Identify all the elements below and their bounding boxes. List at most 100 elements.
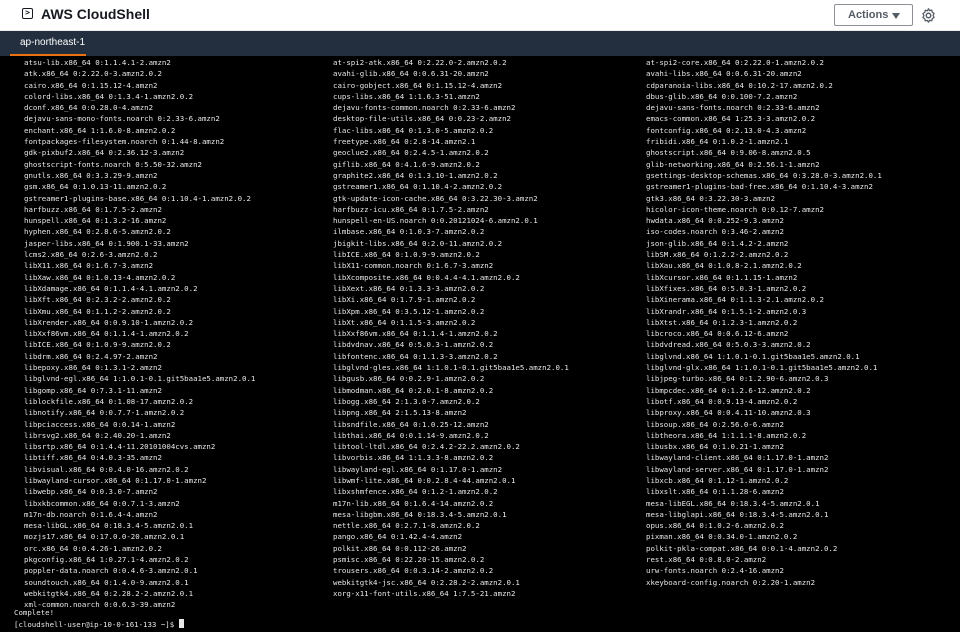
- terminal-output-line: polkit-pkla-compat.x86_64 0:0.1-4.amzn2.…: [646, 543, 838, 553]
- terminal-column-3: at-spi2-core.x86_64 0:2.22.0-1.amzn2.0.2…: [646, 57, 882, 588]
- terminal-output-line: libwayland-cursor.x86_64 0:1.17.0-1.amzn…: [24, 475, 207, 485]
- terminal-output-line: gstreamer1-plugins-base.x86_64 0:1.10.4-…: [24, 193, 251, 203]
- terminal-output-line: m17n-lib.x86_64 0:1.6.4-14.amzn2.0.2: [333, 498, 494, 508]
- terminal-output-line: libxshmfence.x86_64 0:1.2-1.amzn2.0.2: [333, 487, 498, 497]
- terminal-output-line: libX11-common.noarch 0:1.6.7-3.amzn2: [333, 261, 494, 271]
- terminal-cursor: [178, 619, 184, 628]
- terminal-output-line: libXrender.x86_64 0:0.9.10-1.amzn2.0.2: [24, 317, 194, 327]
- terminal-output-line: hyphen.x86_64 0:2.8.6-5.amzn2.0.2: [24, 227, 171, 237]
- terminal-output-line: colord-libs.x86_64 0:1.3.4-1.amzn2.0.2: [24, 91, 194, 101]
- terminal-output-line: libproxy.x86_64 0:0.4.11-10.amzn2.0.3: [646, 408, 811, 418]
- terminal-output-line: libXmu.x86_64 0:1.1.2-2.amzn2.0.2: [24, 306, 171, 316]
- terminal-output-line: dejavu-sans-mono-fonts.noarch 0:2.33-6.a…: [24, 114, 220, 124]
- terminal-output-line: iso-codes.noarch 0:3.46-2.amzn2: [646, 227, 784, 237]
- terminal-output-line: libXtst.x86_64 0:1.2.3-1.amzn2.0.2: [646, 317, 798, 327]
- terminal-output-line: libsrtp.x86_64 0:1.4.4-11.20101004cvs.am…: [24, 442, 216, 452]
- shell-prompt-line[interactable]: [cloudshell-user@ip-10-0-161-133 ~]$: [14, 619, 184, 630]
- terminal-output-line: libglvnd.x86_64 1:1.0.1-0.1.git5baa1e5.a…: [646, 351, 860, 361]
- terminal-output-line: ilmbase.x86_64 0:1.0.3-7.amzn2.0.2: [333, 227, 485, 237]
- terminal-output-line: ghostscript-fonts.noarch 0:5.50-32.amzn2: [24, 159, 202, 169]
- terminal-output-line: xorg-x11-font-utils.x86_64 1:7.5-21.amzn…: [333, 588, 516, 598]
- terminal-output-line: rest.x86_64 0:0.8.0-2.amzn2: [646, 555, 767, 565]
- terminal-output-line: libXfixes.x86_64 0:5.0.3-1.amzn2.0.2: [646, 283, 807, 293]
- terminal-output-line: libXft.x86_64 0:2.3.2-2.amzn2.0.2: [24, 295, 171, 305]
- terminal-output-line: freetype.x86_64 0:2.8-14.amzn2.1: [333, 137, 476, 147]
- terminal-output-line: orc.x86_64 0:0.4.26-1.amzn2.0.2: [24, 543, 162, 553]
- terminal-output-line: libSM.x86_64 0:1.2.2-2.amzn2.0.2: [646, 250, 789, 260]
- app-header: > AWS CloudShell Actions: [0, 0, 960, 31]
- terminal-output-line: gtk-update-icon-cache.x86_64 0:3.22.30-3…: [333, 193, 538, 203]
- terminal-output-line: flac-libs.x86_64 0:1.3.0-5.amzn2.0.2: [333, 125, 494, 135]
- terminal-output-line: libXdamage.x86_64 0:1.1.4-4.1.amzn2.0.2: [24, 283, 198, 293]
- terminal-output-line: m17n-db.noarch 0:1.6.4-4.amzn2: [24, 509, 158, 519]
- terminal-output-line: gstreamer1.x86_64 0:1.10.4-2.amzn2.0.2: [333, 182, 503, 192]
- terminal-column-2: at-spi2-atk.x86_64 0:2.22.0-2.amzn2.0.2 a…: [333, 57, 569, 599]
- terminal-output-line: hunspell-en-US.noarch 0:0.20121024-6.amz…: [333, 216, 538, 226]
- tab-ap-northeast-1[interactable]: ap-northeast-1: [10, 31, 86, 56]
- terminal-output-line: libogg.x86_64 2:1.3.0-7.amzn2.0.2: [333, 396, 480, 406]
- terminal-output-line: geoclue2.x86_64 0:2.4.5-1.amzn2.0.2: [333, 148, 489, 158]
- terminal-output-line: gdk-pixbuf2.x86_64 0:2.36.12-3.amzn2: [24, 148, 185, 158]
- terminal-output-line: lcms2.x86_64 0:2.6-3.amzn2.0.2: [24, 250, 158, 260]
- terminal-output-line: libglvnd-glx.x86_64 1:1.0.1-0.1.git5baa1…: [646, 363, 878, 373]
- complete-message: Complete!: [14, 608, 55, 617]
- terminal-output-line: gstreamer1-plugins-bad-free.x86_64 0:1.1…: [646, 182, 873, 192]
- terminal-output-line: json-glib.x86_64 0:1.4.2-2.amzn2: [646, 238, 789, 248]
- terminal-column-1: atsu-lib.x86_64 0:1.1.4.1-2.amzn2 atk.x86…: [24, 57, 255, 611]
- terminal-output-line: webkitgtk4-jsc.x86_64 0:2.28.2-2.amzn2.0…: [333, 577, 520, 587]
- caret-down-icon: [892, 13, 900, 19]
- terminal-output-line: libsoup.x86_64 0:2.56.0-6.amzn2: [646, 419, 784, 429]
- terminal-output-line: libX11.x86_64 0:1.6.7-3.amzn2: [24, 261, 154, 271]
- terminal-output-line: libXt.x86_64 0:1.1.5-3.amzn2.0.2: [333, 317, 476, 327]
- terminal-output-line: pkgconfig.x86_64 1:0.27.1-4.amzn2.0.2: [24, 555, 189, 565]
- terminal-output-line: libICE.x86_64 0:1.0.9-9.amzn2.0.2: [24, 340, 171, 350]
- terminal-output-line: glib-networking.x86_64 0:2.56.1-1.amzn2: [646, 159, 820, 169]
- terminal-output-line: libglvnd-gles.x86_64 1:1.0.1-0.1.git5baa…: [333, 363, 569, 373]
- terminal-output-line: libXxf86vm.x86_64 0:1.1.4-1.amzn2.0.2: [24, 329, 189, 339]
- terminal-output-line: cups-libs.x86_64 1:1.6.3-51.amzn2: [333, 91, 480, 101]
- terminal-output-line: mesa-libGL.x86_64 0:18.3.4-5.amzn2.0.1: [24, 521, 194, 531]
- terminal-output-line: giflib.x86_64 0:4.1.6-9.amzn2.0.2: [333, 159, 480, 169]
- terminal-output-line: mesa-libgbm.x86_64 0:18.3.4-5.amzn2.0.1: [333, 509, 507, 519]
- terminal-output-line: libcroco.x86_64 0:0.6.12-6.amzn2: [646, 329, 789, 339]
- terminal-output-line: libXpm.x86_64 0:3.5.12-1.amzn2.0.2: [333, 306, 485, 316]
- gear-icon[interactable]: [920, 7, 937, 24]
- terminal-output-line: emacs-common.x86_64 1:25.3-3.amzn2.0.2: [646, 114, 816, 124]
- terminal[interactable]: atsu-lib.x86_64 0:1.1.4.1-2.amzn2 atk.x86…: [0, 56, 960, 632]
- terminal-output-line: gnutls.x86_64 0:3.3.29-9.amzn2: [24, 170, 158, 180]
- terminal-output-line: fontpackages-filesystem.noarch 0:1.44-8.…: [24, 137, 225, 147]
- terminal-output-line: libXinerama.x86_64 0:1.1.3-2.1.amzn2.0.2: [646, 295, 824, 305]
- terminal-output-line: cdparanoia-libs.x86_64 0:10.2-17.amzn2.0…: [646, 80, 833, 90]
- terminal-output-line: trousers.x86_64 0:0.3.14-2.amzn2.0.2: [333, 566, 494, 576]
- terminal-output-line: libgusb.x86_64 0:0.2.9-1.amzn2.0.2: [333, 374, 485, 384]
- terminal-output-line: harfbuzz-icu.x86_64 0:1.7.5-2.amzn2: [333, 204, 489, 214]
- terminal-output-line: libtheora.x86_64 1:1.1.1-8.amzn2.0.2: [646, 430, 807, 440]
- terminal-output-line: dejavu-sans-fonts.noarch 0:2.33-6.amzn2: [646, 103, 820, 113]
- terminal-output-line: libvisual.x86_64 0:0.4.0-16.amzn2.0.2: [24, 464, 189, 474]
- terminal-output-line: poppler-data.noarch 0:0.4.6-3.amzn2.0.1: [24, 566, 198, 576]
- terminal-output-line: hunspell.x86_64 0:1.3.2-16.amzn2: [24, 216, 167, 226]
- terminal-output-line: libnotify.x86_64 0:0.7.7-1.amzn2.0.2: [24, 408, 185, 418]
- terminal-output-line: libXrandr.x86_64 0:1.5.1-2.amzn2.0.3: [646, 306, 807, 316]
- terminal-output-line: libXaw.x86_64 0:1.0.13-4.amzn2.0.2: [24, 272, 176, 282]
- terminal-output-line: urw-fonts.noarch 0:2.4-16.amzn2: [646, 566, 784, 576]
- terminal-output-line: libxslt.x86_64 0:1.1.28-6.amzn2: [646, 487, 784, 497]
- terminal-output-line: cairo-gobject.x86_64 0:1.15.12-4.amzn2: [333, 80, 503, 90]
- shell-prompt: [cloudshell-user@ip-10-0-161-133 ~]$: [14, 620, 179, 629]
- terminal-output-line: at-spi2-atk.x86_64 0:2.22.0-2.amzn2.0.2: [333, 58, 507, 67]
- terminal-icon: >: [22, 8, 33, 19]
- terminal-output-line: libthai.x86_64 0:0.1.14-9.amzn2.0.2: [333, 430, 489, 440]
- terminal-output-line: libwayland-server.x86_64 0:1.17.0-1.amzn…: [646, 464, 829, 474]
- terminal-output-line: libXi.x86_64 0:1.7.9-1.amzn2.0.2: [333, 295, 476, 305]
- terminal-output-line: gsm.x86_64 0:1.0.13-11.amzn2.0.2: [24, 182, 167, 192]
- terminal-output-line: libtool-ltdl.x86_64 0:2.4.2-22.2.amzn2.0…: [333, 442, 520, 452]
- terminal-output-line: libdvdread.x86_64 0:5.0.3-3.amzn2.0.2: [646, 340, 811, 350]
- terminal-output-line: webkitgtk4.x86_64 0:2.28.2-2.amzn2.0.1: [24, 588, 194, 598]
- terminal-output-line: libXext.x86_64 0:1.3.3-3.amzn2.0.2: [333, 283, 485, 293]
- terminal-output-line: libpciaccess.x86_64 0:0.14-1.amzn2: [24, 419, 176, 429]
- actions-button[interactable]: Actions: [834, 4, 913, 26]
- terminal-output-line: libtiff.x86_64 0:4.0.3-35.amzn2: [24, 453, 162, 463]
- terminal-output-line: libXcomposite.x86_64 0:0.4.4-4.1.amzn2.0…: [333, 272, 520, 282]
- terminal-output-line: cairo.x86_64 0:1.15.12-4.amzn2: [24, 80, 158, 90]
- terminal-output-line: libwebp.x86_64 0:0.3.0-7.amzn2: [24, 487, 158, 497]
